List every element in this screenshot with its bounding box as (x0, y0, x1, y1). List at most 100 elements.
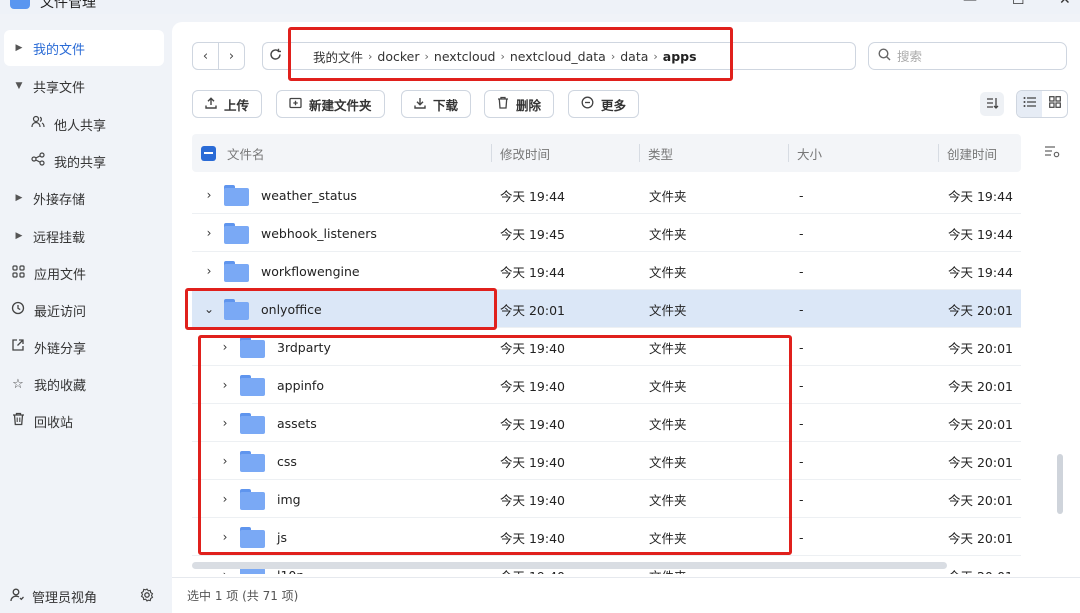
select-all-checkbox[interactable] (201, 146, 216, 161)
sidebar-item-my-shares[interactable]: 我的共享 (24, 143, 164, 179)
sidebar-item-external-storage[interactable]: ▶ 外接存储 (4, 180, 164, 216)
back-button[interactable]: ‹ (192, 42, 219, 70)
file-name: js (277, 529, 287, 545)
sidebar-item-label: 他人共享 (54, 118, 107, 134)
modified-time: 今天 19:40 (500, 454, 565, 470)
delete-button[interactable]: 删除 (484, 90, 555, 118)
table-row[interactable]: › workflowengine 今天 19:44 文件夹 - 今天 19:44 (192, 252, 1021, 290)
delete-label: 删除 (516, 97, 542, 113)
column-header-modified[interactable]: 修改时间 (500, 134, 550, 172)
more-button[interactable]: 更多 (568, 90, 640, 118)
forward-button[interactable]: › (218, 42, 245, 70)
maximize-button[interactable]: ☐ (1012, 0, 1025, 8)
sidebar-item-shared-with-me[interactable]: 他人共享 (24, 106, 164, 142)
chevron-right-icon[interactable]: › (202, 176, 216, 214)
table-row[interactable]: › webhook_listeners 今天 19:45 文件夹 - 今天 19:44 (192, 214, 1021, 252)
breadcrumb-item[interactable]: nextcloud_data (510, 49, 606, 64)
sidebar-item-label: 最近访问 (34, 304, 87, 320)
chevron-right-icon[interactable]: › (218, 442, 232, 480)
created-time: 今天 20:01 (948, 454, 1013, 470)
grid-icon (1048, 96, 1061, 112)
download-button[interactable]: 下载 (401, 90, 472, 118)
table-row[interactable]: › appinfo 今天 19:40 文件夹 - 今天 20:01 (192, 366, 1021, 404)
created-time: 今天 20:01 (948, 378, 1013, 394)
created-time: 今天 20:01 (948, 492, 1013, 508)
file-type: 文件夹 (649, 492, 687, 508)
sort-button[interactable] (980, 92, 1004, 116)
search-input[interactable] (897, 48, 1057, 64)
sidebar-item-trash[interactable]: 回收站 (4, 403, 164, 439)
column-header-created[interactable]: 创建时间 (947, 134, 997, 172)
modified-time: 今天 19:40 (500, 378, 565, 394)
chevron-right-icon[interactable]: › (218, 518, 232, 556)
file-type: 文件夹 (649, 378, 687, 394)
column-settings-icon[interactable] (1044, 145, 1060, 162)
column-header-name[interactable]: 文件名 (227, 134, 265, 172)
chevron-right-icon[interactable]: › (218, 328, 232, 366)
app-logo-icon (10, 0, 30, 9)
sidebar-item-remote-mount[interactable]: ▶ 远程挂载 (4, 218, 164, 254)
table-row[interactable]: › 3rdparty 今天 19:40 文件夹 - 今天 20:01 (192, 328, 1021, 366)
column-divider[interactable] (639, 144, 640, 162)
search-box[interactable] (868, 42, 1067, 70)
link-share-icon (10, 338, 26, 356)
breadcrumb-item[interactable]: data (620, 49, 648, 64)
download-label: 下载 (433, 97, 459, 113)
new-folder-button[interactable]: 新建文件夹 (276, 90, 385, 118)
created-time: 今天 19:44 (948, 226, 1013, 242)
breadcrumb: 我的文件 › docker › nextcloud › nextcloud_da… (288, 42, 856, 70)
file-size: - (799, 339, 804, 355)
sidebar-item-favorites[interactable]: ☆ 我的收藏 (4, 366, 164, 402)
column-divider[interactable] (938, 144, 939, 162)
folder-icon (240, 413, 265, 434)
gear-icon[interactable] (140, 587, 154, 606)
table-row[interactable]: › weather_status 今天 19:44 文件夹 - 今天 19:44 (192, 176, 1021, 214)
chevron-right-icon[interactable]: › (218, 404, 232, 442)
file-type: 文件夹 (649, 416, 687, 432)
column-header-size[interactable]: 大小 (797, 134, 822, 172)
chevron-right-icon: › (424, 49, 429, 63)
vertical-scrollbar[interactable] (1057, 454, 1063, 514)
sidebar-item-label: 回收站 (34, 415, 74, 431)
chevron-down-icon[interactable]: ⌄ (202, 290, 216, 328)
column-divider[interactable] (788, 144, 789, 162)
table-row[interactable]: › js 今天 19:40 文件夹 - 今天 20:01 (192, 518, 1021, 556)
chevron-right-icon: › (610, 49, 616, 63)
sidebar-item-my-files[interactable]: ▶ 我的文件 (4, 30, 164, 66)
table-row[interactable]: ⌄ onlyoffice 今天 20:01 文件夹 - 今天 20:01 (192, 290, 1021, 328)
chevron-right-icon[interactable]: › (218, 366, 232, 404)
close-button[interactable]: ✕ (1059, 0, 1071, 8)
people-icon (30, 115, 46, 133)
column-divider[interactable] (491, 144, 492, 162)
column-header-type[interactable]: 类型 (648, 134, 673, 172)
created-time: 今天 20:01 (948, 556, 1013, 575)
sidebar-item-label: 我的共享 (54, 155, 107, 171)
created-time: 今天 20:01 (948, 416, 1013, 432)
admin-view[interactable]: 管理员视角 (0, 580, 172, 613)
horizontal-scrollbar[interactable] (192, 562, 947, 569)
sidebar-item-recent[interactable]: 最近访问 (4, 292, 164, 328)
minimize-button[interactable]: — (963, 0, 977, 8)
sort-icon (986, 97, 999, 112)
file-type: 文件夹 (649, 340, 687, 356)
breadcrumb-item[interactable]: nextcloud (434, 49, 496, 64)
chevron-right-icon[interactable]: › (202, 214, 216, 252)
breadcrumb-item[interactable]: 我的文件 (313, 47, 363, 66)
modified-time: 今天 19:40 (500, 530, 565, 546)
table-row[interactable]: › css 今天 19:40 文件夹 - 今天 20:01 (192, 442, 1021, 480)
breadcrumb-item[interactable]: docker (377, 49, 419, 64)
refresh-button[interactable] (262, 42, 288, 70)
breadcrumb-current[interactable]: apps (663, 49, 697, 64)
sidebar-item-app-files[interactable]: 应用文件 (4, 255, 164, 291)
chevron-right-icon[interactable]: › (218, 480, 232, 518)
chevron-right-icon[interactable]: › (202, 252, 216, 290)
sidebar-item-link-shares[interactable]: 外链分享 (4, 329, 164, 365)
list-view-button[interactable] (1017, 91, 1042, 117)
table-row[interactable]: › img 今天 19:40 文件夹 - 今天 20:01 (192, 480, 1021, 518)
file-size: - (799, 301, 804, 317)
grid-view-button[interactable] (1042, 91, 1067, 117)
table-row[interactable]: › assets 今天 19:40 文件夹 - 今天 20:01 (192, 404, 1021, 442)
sidebar-item-shared-files[interactable]: ▼ 共享文件 (4, 68, 164, 104)
upload-button[interactable]: 上传 (192, 90, 263, 118)
share-icon (30, 152, 46, 170)
